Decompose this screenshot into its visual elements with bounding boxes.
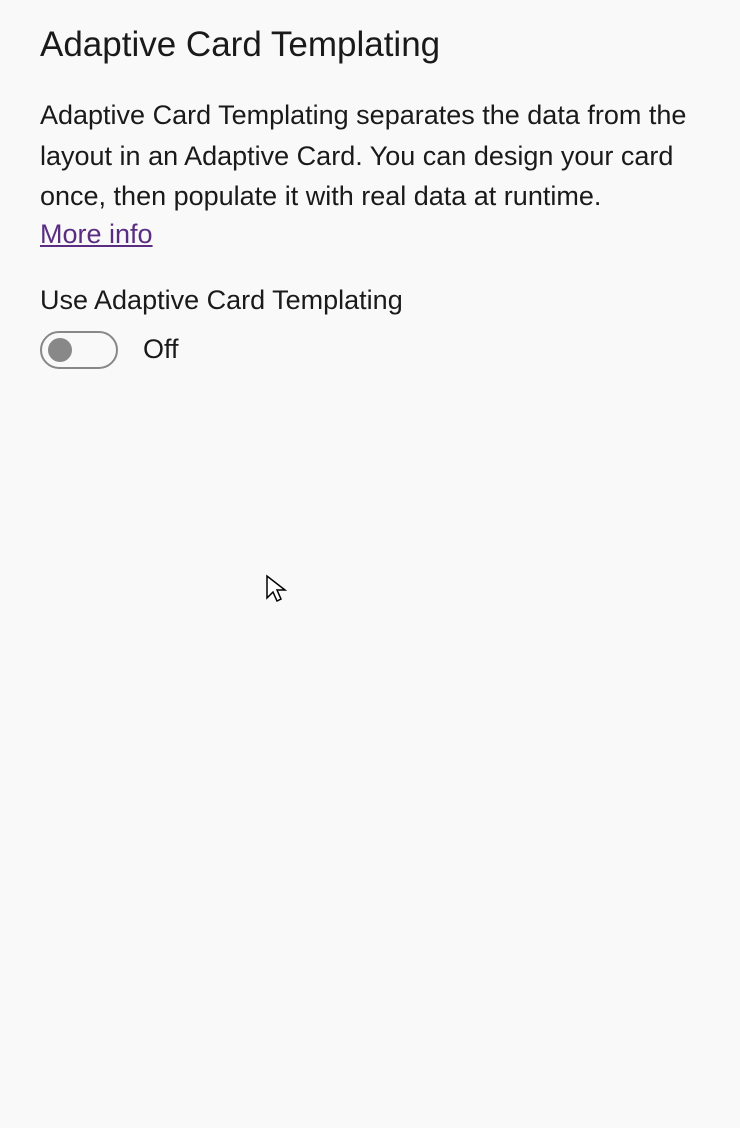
more-info-link[interactable]: More info: [40, 219, 153, 250]
description-text: Adaptive Card Templating separates the d…: [40, 95, 700, 217]
toggle-thumb-icon: [48, 338, 72, 362]
cursor-icon: [265, 574, 289, 604]
toggle-state-text: Off: [143, 334, 179, 365]
toggle-label: Use Adaptive Card Templating: [40, 285, 700, 316]
page-title: Adaptive Card Templating: [40, 25, 700, 65]
toggle-row: Off: [40, 331, 700, 369]
templating-toggle[interactable]: [40, 331, 118, 369]
